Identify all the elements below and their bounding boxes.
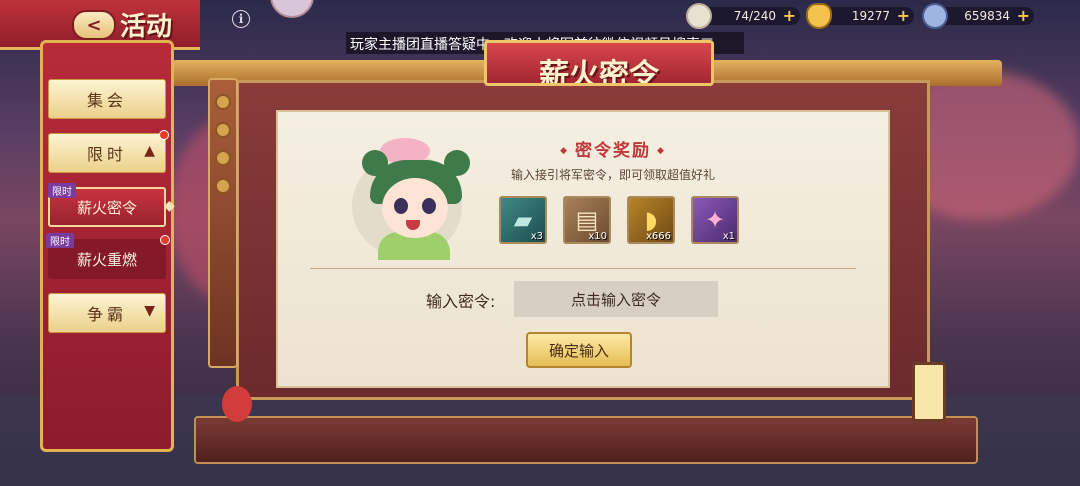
reward-item-jade[interactable]: ▰ x3 xyxy=(499,196,547,244)
limited-tag: 限时 xyxy=(48,183,76,198)
scroll-base xyxy=(194,416,978,464)
reward-subtitle: 输入接引将军密令，即可领取超值好礼 xyxy=(510,168,715,182)
coin-ornament xyxy=(215,122,231,138)
coin-icon xyxy=(922,3,948,29)
resource-coin: 659834 + xyxy=(922,3,1034,29)
info-icon[interactable]: i xyxy=(232,10,250,28)
mascot-icon xyxy=(222,386,252,422)
page-title: 活动 xyxy=(120,12,173,42)
add-coin-button[interactable]: + xyxy=(1017,7,1030,25)
reward-item-scroll[interactable]: ▤ x10 xyxy=(563,196,611,244)
reward-list: ▰ x3 ▤ x10 ◗ x666 ✦ x1 xyxy=(499,196,739,244)
sidebar-item-gathering[interactable]: 集会 xyxy=(48,79,166,119)
resource-stamina: 74/240 + xyxy=(686,3,800,29)
character-eye xyxy=(422,198,436,214)
reward-count: x1 xyxy=(722,231,735,242)
chevron-down-icon: ▼ xyxy=(144,303,155,319)
scroll-icon: ▤ xyxy=(575,206,599,234)
confirm-button[interactable]: 确定输入 xyxy=(526,332,632,368)
reward-count: x666 xyxy=(645,231,671,242)
coin-ornament xyxy=(215,178,231,194)
resource-value: 74/240 xyxy=(733,9,776,23)
jade-token-icon: ▰ xyxy=(513,206,533,234)
avatar[interactable] xyxy=(270,0,314,18)
resource-value: 19277 xyxy=(851,9,890,23)
reward-count: x3 xyxy=(530,231,543,242)
sidebar-item-label: 集会 xyxy=(86,91,127,110)
limited-tag: 限时 xyxy=(46,233,74,248)
sidebar-item-label: 薪火重燃 xyxy=(76,250,137,269)
sidebar-item-hegemony[interactable]: 争霸 ▼ xyxy=(48,293,166,333)
resource-gold: 19277 + xyxy=(806,3,914,29)
back-arrow-icon: < xyxy=(86,14,102,36)
reward-count: x10 xyxy=(588,231,607,242)
add-stamina-button[interactable]: + xyxy=(783,7,796,25)
back-button[interactable]: < xyxy=(72,10,116,40)
bun-icon xyxy=(686,3,712,29)
character-eye xyxy=(394,198,408,214)
reward-title: 密令奖励 xyxy=(528,136,698,161)
add-gold-button[interactable]: + xyxy=(897,7,910,25)
gold-ingot-icon: ◗ xyxy=(644,206,658,234)
reward-item-ticket[interactable]: ✦ x1 xyxy=(691,196,739,244)
sidebar: 集会 限时 ▲ 限时 薪火密令 限时 薪火重燃 争霸 ▼ xyxy=(40,40,174,452)
sidebar-item-label: 限时 xyxy=(86,145,127,164)
panel-title: 薪火密令 xyxy=(539,58,659,86)
ticket-icon: ✦ xyxy=(704,206,726,234)
chevron-up-icon: ▲ xyxy=(144,143,155,159)
sidebar-item-label: 薪火密令 xyxy=(76,198,137,217)
coin-ornament xyxy=(215,150,231,166)
sidebar-item-xinhuo-code[interactable]: 限时 薪火密令 xyxy=(48,183,166,227)
left-pillar xyxy=(208,78,238,368)
panel-title-plaque: 薪火密令 xyxy=(484,40,714,86)
divider xyxy=(310,268,856,269)
coin-ornament xyxy=(215,94,231,110)
notification-dot xyxy=(160,235,170,245)
code-input[interactable]: 点击输入密令 xyxy=(514,281,718,317)
lantern-icon xyxy=(912,362,946,422)
sidebar-item-limited[interactable]: 限时 ▲ xyxy=(48,130,169,173)
gold-ingot-icon xyxy=(806,3,832,29)
sidebar-item-xinhuo-rekindle[interactable]: 限时 薪火重燃 xyxy=(46,233,170,279)
confirm-button-label: 确定输入 xyxy=(548,341,609,360)
resource-value: 659834 xyxy=(964,9,1010,23)
notification-dot xyxy=(159,130,169,140)
selected-indicator-icon: ◆ xyxy=(164,198,175,214)
code-input-label: 输入密令: xyxy=(426,292,496,311)
code-input-placeholder: 点击输入密令 xyxy=(570,290,661,309)
sidebar-item-label: 争霸 xyxy=(86,305,127,324)
reward-item-gold[interactable]: ◗ x666 xyxy=(627,196,675,244)
